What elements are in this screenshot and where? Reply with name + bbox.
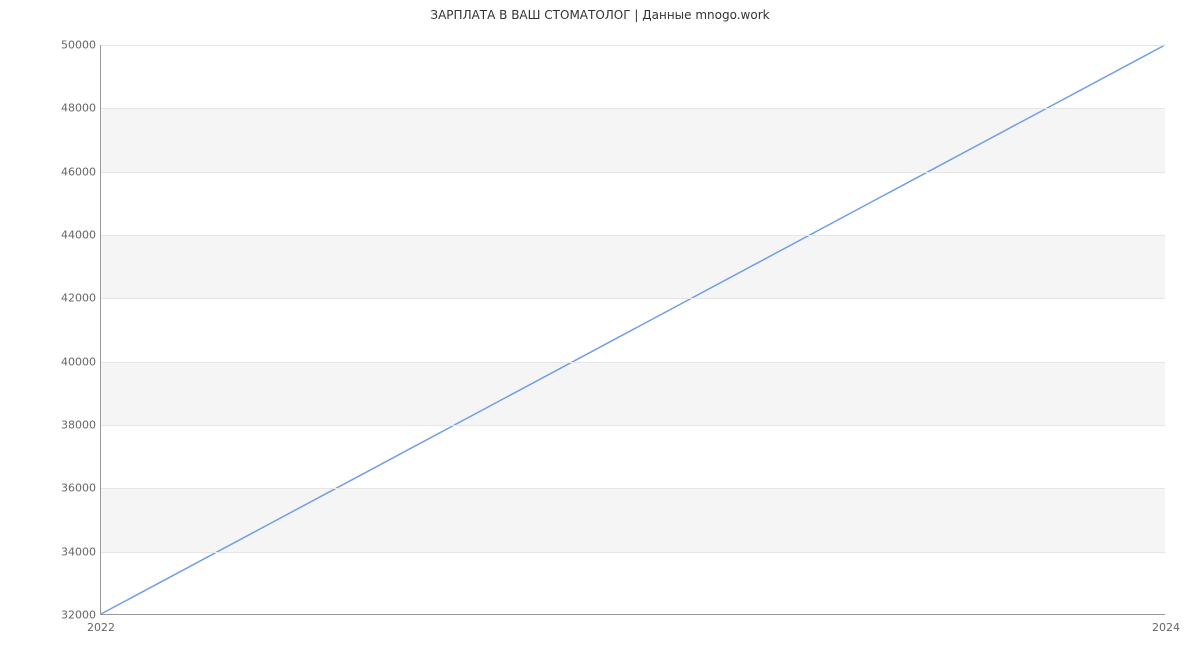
y-tick-label: 42000: [51, 292, 96, 305]
line-layer: [101, 45, 1165, 614]
series-line: [101, 45, 1165, 614]
y-gridline: [101, 488, 1165, 489]
y-gridline: [101, 425, 1165, 426]
y-tick-label: 48000: [51, 102, 96, 115]
y-gridline: [101, 108, 1165, 109]
salary-line-chart: ЗАРПЛАТА В ВАШ СТОМАТОЛОГ | Данные mnogo…: [0, 0, 1200, 650]
chart-title: ЗАРПЛАТА В ВАШ СТОМАТОЛОГ | Данные mnogo…: [0, 8, 1200, 22]
y-gridline: [101, 235, 1165, 236]
y-tick-label: 40000: [51, 355, 96, 368]
x-tick-label: 2024: [1136, 621, 1196, 634]
y-gridline: [101, 362, 1165, 363]
y-tick-label: 50000: [51, 39, 96, 52]
y-tick-label: 46000: [51, 165, 96, 178]
x-tick-label: 2022: [71, 621, 131, 634]
y-tick-label: 36000: [51, 482, 96, 495]
y-tick-label: 32000: [51, 609, 96, 622]
y-tick-label: 38000: [51, 419, 96, 432]
plot-area: 3200034000360003800040000420004400046000…: [100, 45, 1165, 615]
y-tick-label: 44000: [51, 229, 96, 242]
y-gridline: [101, 172, 1165, 173]
y-gridline: [101, 298, 1165, 299]
y-tick-label: 34000: [51, 545, 96, 558]
y-gridline: [101, 45, 1165, 46]
y-gridline: [101, 552, 1165, 553]
